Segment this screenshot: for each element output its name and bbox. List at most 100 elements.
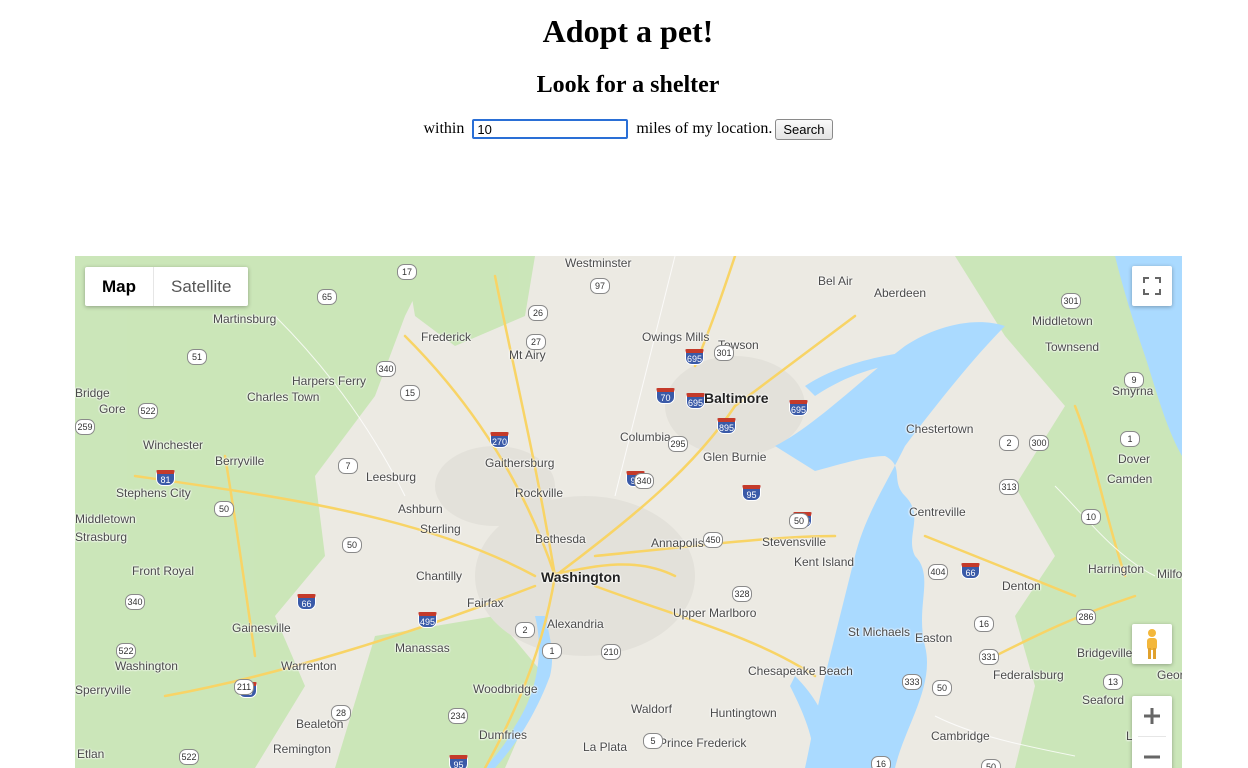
route-shield: 7: [338, 458, 358, 474]
map-town-label: Stevensville: [762, 535, 827, 549]
map-town-label: Upper Marlboro: [673, 606, 757, 620]
map-town-label: Harpers Ferry: [292, 374, 367, 388]
route-shield: 333: [902, 674, 922, 690]
map-town-label: Georg: [1157, 668, 1182, 682]
route-shield: 695: [686, 393, 705, 409]
miles-label: miles of my location.: [632, 120, 773, 137]
map-town-label: Chesapeake Beach: [748, 664, 853, 678]
route-shield: 27: [526, 334, 546, 350]
map-town-label: Glen Burnie: [703, 450, 767, 464]
map-town-label: Sterling: [420, 522, 461, 536]
map-town-label: Sperryville: [75, 683, 132, 697]
map-town-label: Huntingtown: [710, 706, 777, 720]
route-shield: 17: [397, 264, 417, 280]
route-shield: 50: [981, 759, 1001, 768]
route-shield: 404: [928, 564, 948, 580]
route-shield: 16: [974, 616, 994, 632]
route-shield: 301: [714, 345, 734, 361]
map-town-label: Milfor: [1157, 567, 1182, 581]
map-town-label: Gaithersburg: [485, 456, 555, 470]
map-town-label: Gainesville: [232, 621, 291, 635]
pegman-button[interactable]: [1132, 624, 1172, 664]
route-shield: 234: [448, 708, 468, 724]
route-shield: 50: [342, 537, 362, 553]
map-town-label: Waldorf: [631, 702, 672, 716]
route-shield: 1: [542, 643, 562, 659]
map-town-label: Chestertown: [906, 422, 974, 436]
miles-input[interactable]: [472, 119, 629, 139]
page-title: Adopt a pet!: [542, 13, 714, 49]
zoom-out-button[interactable]: [1132, 737, 1172, 768]
map-town-label: Alexandria: [547, 617, 604, 631]
map-type-map-button[interactable]: Map: [85, 267, 154, 306]
route-shield: 66: [961, 563, 980, 579]
map-town-label: Kent Island: [794, 555, 855, 569]
zoom-control: [1132, 696, 1172, 768]
map-town-label: Middletown: [75, 512, 136, 526]
route-shield: 328: [732, 586, 752, 602]
route-shield: 286: [1076, 609, 1096, 625]
map-town-label: Manassas: [395, 641, 450, 655]
route-shield: 2: [999, 435, 1019, 451]
route-shield: 1: [1120, 431, 1140, 447]
route-shield: 522: [179, 749, 199, 765]
map-town-label: Front Royal: [132, 564, 195, 578]
map-town-label: Camden: [1107, 472, 1153, 486]
map-type-control: Map Satellite: [85, 267, 249, 306]
map-town-label: Washington: [115, 659, 178, 673]
map-town-label: Dumfries: [479, 728, 528, 742]
map-town-label: Etlan: [77, 747, 105, 761]
route-shield: 340: [634, 473, 654, 489]
map-town-label: Dover: [1118, 452, 1151, 466]
map-town-label: Frederick: [421, 330, 472, 344]
map-town-label: Middletown: [1032, 314, 1093, 328]
map-town-label: Denton: [1002, 579, 1041, 593]
map-town-label: Cambridge: [931, 729, 990, 743]
map-town-label: St Michaels: [848, 625, 911, 639]
map-town-label: Columbia: [620, 430, 671, 444]
map-town-label: Stephens City: [116, 486, 191, 500]
map-town-label: Ashburn: [398, 502, 443, 516]
map-city-label: Washington: [541, 569, 621, 585]
route-shield: 211: [234, 679, 254, 695]
route-shield: 9: [1124, 372, 1144, 388]
route-shield: 50: [214, 501, 234, 517]
route-shield: 331: [979, 649, 999, 665]
plus-icon: [1144, 708, 1160, 724]
route-shield: 295: [668, 436, 688, 452]
map-town-label: Gore: [99, 402, 126, 416]
route-shield: 28: [331, 705, 351, 721]
map-town-label: Easton: [915, 631, 953, 645]
route-shield: 50: [789, 513, 809, 529]
search-form: within miles of my location. Search: [0, 117, 1248, 141]
fullscreen-button[interactable]: [1132, 266, 1172, 306]
route-shield: 522: [138, 403, 158, 419]
map-town-label: Bridgeville: [1077, 646, 1133, 660]
zoom-in-button[interactable]: [1132, 696, 1172, 736]
pegman-icon: [1147, 629, 1157, 659]
route-shield: 97: [590, 278, 610, 294]
page-subtitle: Look for a shelter: [536, 72, 720, 98]
map-town-label: Strasburg: [75, 530, 128, 544]
map-town-label: Centreville: [909, 505, 966, 519]
route-shield: 10: [1081, 509, 1101, 525]
map[interactable]: Baltimore Washington Westminster Bel Air Abe…: [75, 256, 1182, 768]
search-button[interactable]: Search: [775, 118, 833, 140]
route-shield: 50: [932, 680, 952, 696]
map-town-label: Federalsburg: [993, 668, 1064, 682]
route-shield: 695: [685, 349, 704, 365]
map-town-label: Rockville: [515, 486, 564, 500]
route-shield: 522: [116, 643, 136, 659]
route-shield: 300: [1029, 435, 1049, 451]
route-shield: 313: [999, 479, 1019, 495]
route-shield: 450: [703, 532, 723, 548]
map-town-label: Seaford: [1082, 693, 1125, 707]
route-shield: 26: [528, 305, 548, 321]
route-shield: 259: [75, 419, 95, 435]
map-type-satellite-button[interactable]: Satellite: [154, 267, 248, 306]
map-town-label: Berryville: [215, 454, 265, 468]
map-town-label: Harrington: [1088, 562, 1145, 576]
map-town-label: La Plata: [583, 740, 628, 754]
route-shield: 66: [297, 594, 316, 610]
route-shield: 15: [400, 385, 420, 401]
